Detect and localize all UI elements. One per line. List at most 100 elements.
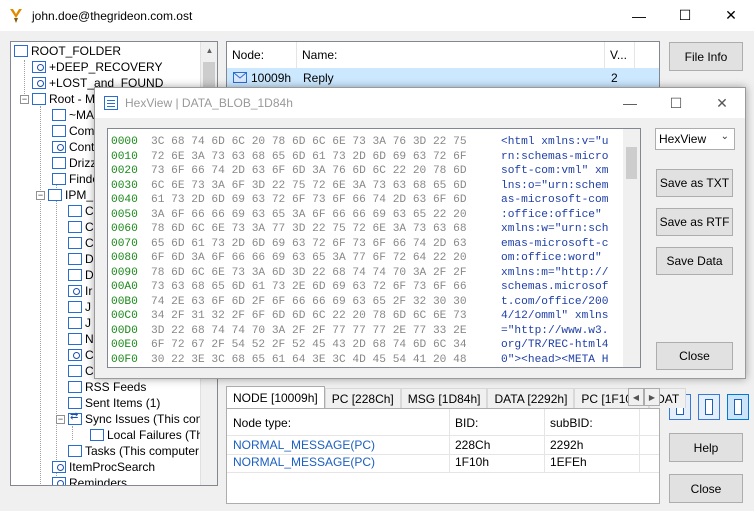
row-name: Reply (303, 71, 334, 85)
view-mode-select[interactable]: HexView ⌄ (655, 128, 735, 150)
hex-offset: 0010 (111, 150, 138, 163)
tree-item[interactable]: ROOT_FOLDER (14, 43, 121, 59)
tab-scroll-right-icon[interactable]: ▶ (644, 388, 660, 406)
hex-row: 0090 78 6D 6C 6E 73 3A 6D 3D 22 68 74 74 … (111, 266, 608, 281)
collapse-toggle-icon[interactable]: − (20, 94, 29, 104)
help-button[interactable]: Help (669, 433, 743, 462)
tree-item[interactable]: D (68, 251, 94, 267)
tab-pc-228c[interactable]: PC [228Ch] (324, 388, 401, 408)
tree-item[interactable]: Local Failures (This (90, 427, 212, 443)
tree-item[interactable]: Tasks (This computer o (68, 443, 209, 459)
hex-scrollbar-thumb[interactable] (626, 147, 637, 179)
hex-row: 0070 65 6D 61 73 2D 6D 69 63 72 6F 73 6F … (111, 237, 608, 252)
collapse-toggle-icon[interactable]: − (56, 414, 65, 424)
tree-item[interactable]: Sent Items (1) (68, 395, 160, 411)
close-button[interactable]: Close (669, 474, 743, 503)
message-list[interactable]: Node: Name: V... 10009h Reply 2 (226, 41, 660, 91)
hex-ascii: soft-com:vml" xm (501, 165, 609, 177)
bid-table[interactable]: Node type: BID: subBID: NORMAL_MESSAGE(P… (226, 408, 660, 504)
tree-item[interactable]: D (68, 267, 94, 283)
folder-icon (68, 301, 82, 313)
table-cell-subbid: 2292h (550, 438, 584, 452)
tree-item[interactable]: Reminders (52, 475, 127, 485)
tree-item[interactable]: C (68, 347, 94, 363)
hex-view-area[interactable]: 0000 3C 68 74 6D 6C 20 78 6D 6C 6E 73 3A … (107, 128, 641, 368)
table-cell-bid: 228Ch (455, 438, 491, 452)
tab-node[interactable]: NODE [10009h] (226, 386, 325, 408)
tab-data[interactable]: DATA [2292h] (487, 388, 575, 408)
hex-offset: 0040 (111, 194, 138, 206)
tree-item[interactable]: N (68, 331, 94, 347)
maximize-button[interactable]: ☐ (662, 0, 708, 31)
chevron-down-icon: ⌄ (720, 131, 729, 142)
layout-middle-button[interactable] (698, 394, 720, 420)
tree-item[interactable]: Drizzl (52, 155, 99, 171)
tree-item[interactable]: J (68, 315, 91, 331)
scroll-up-icon[interactable]: ▲ (201, 42, 217, 59)
tree-item[interactable]: C (68, 219, 94, 235)
hex-bytes: 65 6D 61 73 2D 6D 69 63 72 6F 73 6F 66 7… (151, 237, 467, 250)
tree-item[interactable]: RSS Feeds (68, 379, 146, 395)
table-cell-node-type[interactable]: NORMAL_MESSAGE(PC) (233, 438, 375, 454)
table-row[interactable]: 10009h Reply 2 (227, 68, 659, 88)
table-cell-subbid: 1EFEh (550, 455, 587, 469)
search-folder-icon (52, 141, 66, 153)
hex-ascii: emas-microsoft-c (501, 237, 609, 250)
tree-item[interactable]: J (68, 299, 91, 315)
hex-row: 010054 54 50 2D 45 51 55 49 56 3D 22 43 … (111, 367, 608, 368)
hex-row: 00A0 73 63 68 65 6D 61 73 2E 6D 69 63 72 … (111, 280, 608, 295)
tree-item[interactable]: +DEEP_RECOVERY (32, 59, 163, 75)
tree-item[interactable]: − Root - Ma (20, 91, 102, 107)
folder-icon (68, 445, 82, 457)
folder-icon (68, 221, 82, 233)
file-info-button[interactable]: File Info (669, 42, 743, 71)
hex-ascii: lns:o="urn:schem (501, 179, 609, 192)
column-header-subbid[interactable]: subBID: (550, 412, 593, 434)
tree-item[interactable]: − IPM_ (36, 187, 93, 203)
hex-bytes: 61 73 2D 6D 69 63 72 6F 73 6F 66 74 2D 6… (151, 194, 467, 206)
dialog-close-button[interactable]: ✕ (699, 88, 745, 118)
collapse-toggle-icon[interactable]: − (36, 190, 45, 200)
column-header-v[interactable]: V... (605, 42, 635, 68)
dialog-maximize-button[interactable]: ☐ (653, 88, 699, 118)
save-data-button[interactable]: Save Data (656, 247, 733, 275)
table-cell-node-type[interactable]: NORMAL_MESSAGE(PC) (233, 455, 375, 471)
hex-offset: 0080 (111, 252, 138, 264)
tree-item[interactable]: C (68, 203, 94, 219)
sync-folder-icon (68, 411, 82, 425)
column-header-node[interactable]: Node: (227, 42, 297, 68)
tree-item[interactable]: ItemProcSearch (52, 459, 155, 475)
hex-scrollbar[interactable] (623, 129, 640, 367)
hex-row: 0020 73 6F 66 74 2D 63 6F 6D 3A 76 6D 6C … (111, 164, 608, 179)
hex-offset: 0030 (111, 179, 138, 192)
tab-msg[interactable]: MSG [1D84h] (400, 388, 488, 408)
hex-ascii: ="http://www.w3. (501, 324, 609, 337)
folder-icon (52, 157, 66, 169)
dialog-minimize-button[interactable]: — (607, 88, 653, 118)
save-as-txt-button[interactable]: Save as TXT (656, 169, 733, 197)
tree-item[interactable]: C (68, 363, 94, 379)
hex-bytes: 73 63 68 65 6D 61 73 2E 6D 69 63 72 6F 7… (151, 281, 467, 293)
tab-scroll-left-icon[interactable]: ◀ (628, 388, 644, 406)
column-header-name[interactable]: Name: (297, 42, 605, 68)
tree-item[interactable]: ~MAI (52, 107, 97, 123)
folder-icon (14, 45, 28, 57)
main-titlebar: john.doe@thegrideon.com.ost — ☐ ✕ (0, 0, 754, 31)
tree-item[interactable]: − Sync Issues (This compu (56, 411, 217, 427)
hex-offset: 0090 (111, 266, 138, 279)
layout-right-button[interactable] (727, 394, 749, 420)
tree-item[interactable]: Ir (68, 283, 92, 299)
column-header-bid[interactable]: BID: (455, 412, 478, 434)
tree-item[interactable]: C (68, 235, 94, 251)
hex-bytes: 3A 6F 66 66 69 63 65 3A 6F 66 66 69 63 6… (151, 208, 467, 221)
close-window-button[interactable]: ✕ (708, 0, 754, 31)
save-as-rtf-button[interactable]: Save as RTF (656, 208, 733, 236)
minimize-button[interactable]: — (616, 0, 662, 31)
tree-item[interactable]: Finde (52, 171, 99, 187)
hex-ascii: t.com/office/200 (501, 295, 609, 308)
dialog-close-action-button[interactable]: Close (656, 342, 733, 370)
search-folder-icon (32, 77, 46, 89)
folder-icon (68, 269, 82, 281)
hex-offset: 0060 (111, 223, 138, 235)
column-header-node-type[interactable]: Node type: (233, 412, 291, 434)
